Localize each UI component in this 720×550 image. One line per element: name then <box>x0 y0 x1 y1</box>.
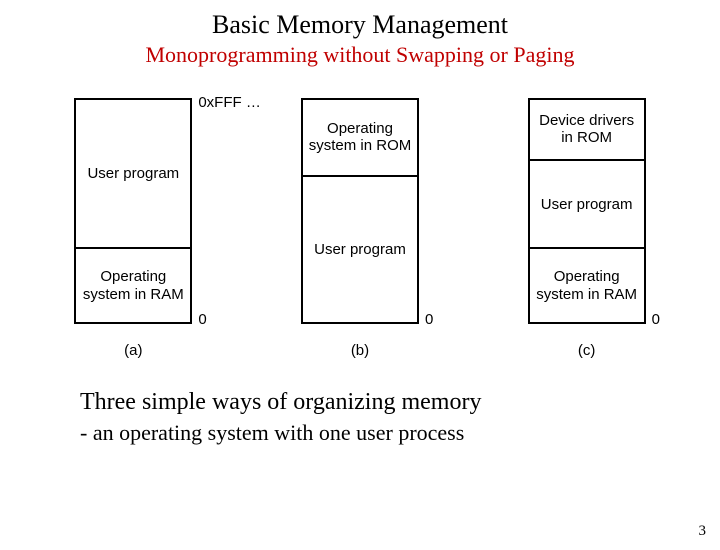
diagram-caption: (a) <box>124 342 142 359</box>
segment: Operating system in RAM <box>530 247 644 322</box>
diagram-c: Device drivers in ROM User program Opera… <box>528 98 646 359</box>
addr-zero-label: 0 <box>425 311 433 328</box>
page-title: Basic Memory Management <box>0 10 720 40</box>
diagram-row: 0xFFF … User program Operating system in… <box>0 98 720 359</box>
memory-stack-c: Device drivers in ROM User program Opera… <box>528 98 646 324</box>
diagram-caption: (b) <box>351 342 369 359</box>
segment: User program <box>303 175 417 322</box>
segment: User program <box>530 159 644 247</box>
addr-top-label: 0xFFF … <box>198 94 261 111</box>
summary-text: Three simple ways of organizing memory <box>80 389 720 416</box>
addr-zero-label: 0 <box>198 311 206 328</box>
diagram-b: Operating system in ROM User program 0 (… <box>301 98 419 359</box>
addr-zero-label: 0 <box>652 311 660 328</box>
segment: Operating system in ROM <box>303 100 417 175</box>
page-number: 3 <box>699 523 707 540</box>
memory-stack-b: Operating system in ROM User program <box>301 98 419 324</box>
segment: User program <box>76 100 190 247</box>
memory-stack-a: User program Operating system in RAM <box>74 98 192 324</box>
segment: Operating system in RAM <box>76 247 190 322</box>
segment: Device drivers in ROM <box>530 100 644 159</box>
detail-text: - an operating system with one user proc… <box>80 420 720 446</box>
diagram-a: 0xFFF … User program Operating system in… <box>74 98 192 359</box>
page-subtitle: Monoprogramming without Swapping or Pagi… <box>0 42 720 68</box>
diagram-caption: (c) <box>578 342 596 359</box>
